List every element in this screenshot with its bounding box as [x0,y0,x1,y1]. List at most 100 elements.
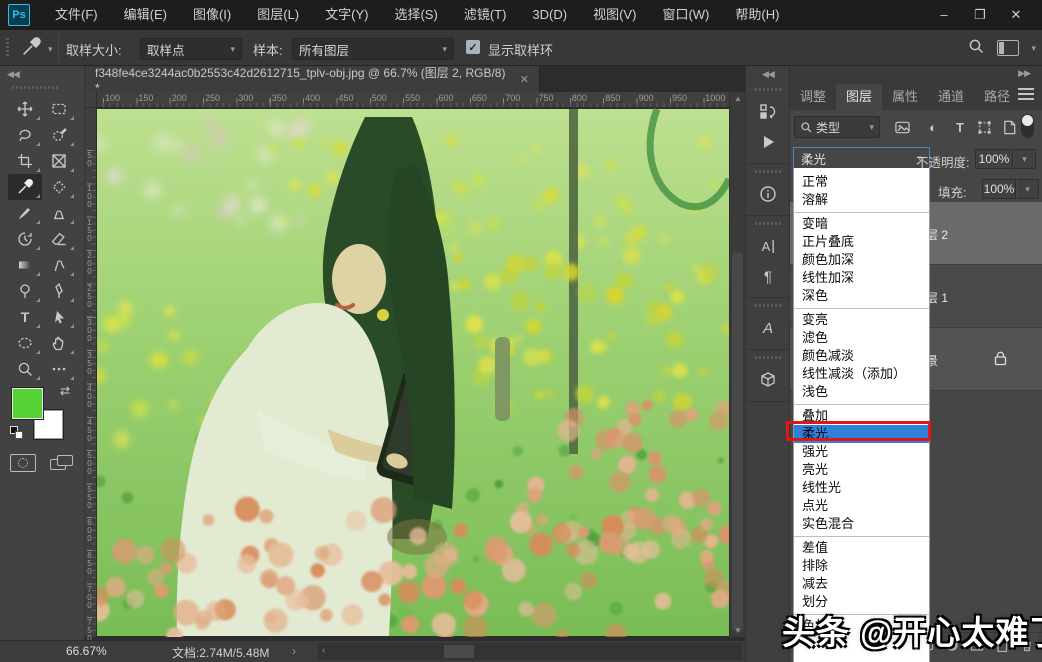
ruler-corner[interactable] [85,92,97,108]
layer-filter-type-dropdown[interactable]: 类型 ▾ [794,116,880,138]
dock-grip[interactable] [755,356,781,359]
blend-mode-select[interactable]: 柔光 ▾ [793,147,930,170]
layer-filter-toggle[interactable] [1021,114,1034,138]
sample-dropdown[interactable]: 所有图层 ▾ [292,38,454,60]
dock-grip[interactable] [755,170,781,173]
info-icon[interactable] [746,179,789,209]
search-icon[interactable] [967,37,985,60]
scroll-left-icon[interactable]: ‹ [322,645,325,656]
blend-option[interactable]: 深色 [794,287,929,305]
blend-option[interactable]: 强光 [794,443,929,461]
dock-grip[interactable] [755,304,781,307]
horizontal-scroll-thumb[interactable] [444,645,474,658]
rect-marquee-tool[interactable] [42,96,76,122]
tab-图层[interactable]: 图层 [836,84,882,110]
collapse-panels-icon[interactable]: ▶▶ [1018,68,1030,79]
pixel-layer-filter-icon[interactable] [892,117,912,137]
blend-option[interactable]: 正常 [794,173,929,191]
tool-preset-chevron-icon[interactable]: ▾ [48,44,53,55]
menu-item[interactable]: 图层(L) [244,0,312,30]
blend-option[interactable]: 线性加深 [794,269,929,287]
blend-option[interactable]: 排除 [794,557,929,575]
workspace-icon[interactable] [997,40,1019,56]
blend-option[interactable]: 亮光 [794,461,929,479]
gradient-tool[interactable] [8,252,42,278]
history-brush-tool[interactable] [8,226,42,252]
lasso-tool[interactable] [8,122,42,148]
panel-menu-icon[interactable] [1018,88,1034,102]
blend-option[interactable]: 差值 [794,539,929,557]
vertical-scrollbar[interactable]: ▲ ▼ [729,92,745,637]
menu-item[interactable]: 文件(F) [42,0,111,30]
menu-item[interactable]: 选择(S) [381,0,450,30]
swap-colors-icon[interactable]: ⇄ [60,384,70,398]
eyedropper-icon[interactable] [20,36,46,60]
adjustment-layer-filter-icon[interactable]: ◐ [923,117,943,137]
hand-tool[interactable] [42,330,76,356]
quick-selection-tool[interactable] [42,122,76,148]
fill-chevron-icon[interactable]: ▾ [1017,179,1039,199]
smart-object-filter-icon[interactable] [999,117,1019,137]
close-tab-icon[interactable]: ✕ [520,73,529,86]
scroll-down-icon[interactable]: ▼ [730,626,746,635]
crop-tool[interactable] [8,148,42,174]
clone-stamp-tool[interactable] [42,200,76,226]
blend-option[interactable]: 浅色 [794,383,929,401]
document-tab[interactable]: f348fe4ce3244ac0b2553c42d2612715_tplv-ob… [85,66,540,92]
status-menu-arrow-icon[interactable]: › [292,644,296,658]
blend-option[interactable]: 线性光 [794,479,929,497]
close-button[interactable]: ✕ [998,0,1034,29]
vertical-scroll-thumb[interactable] [732,252,743,632]
pen-tool[interactable] [42,278,76,304]
minimize-button[interactable]: – [926,0,962,29]
blend-option[interactable]: 变暗 [794,215,929,233]
screen-mode-button[interactable] [50,454,76,472]
opacity-value[interactable]: 100% [975,149,1013,169]
more-tools[interactable] [42,356,76,382]
tab-通道[interactable]: 通道 [928,84,974,110]
opacity-chevron-icon[interactable]: ▾ [1014,149,1036,169]
smudge-tool[interactable] [42,252,76,278]
scroll-up-icon[interactable]: ▲ [730,94,746,103]
blend-option[interactable]: 滤色 [794,329,929,347]
collapse-toolbar-icon[interactable]: ◀◀ [7,69,19,80]
foreground-color-swatch[interactable] [12,388,43,419]
menu-item[interactable]: 视图(V) [580,0,649,30]
horizontal-ruler[interactable]: 1001502002503003504004505005506006507007… [97,92,729,108]
brush-tool[interactable] [8,200,42,226]
chevron-down-icon[interactable]: ▾ [1031,43,1036,54]
history-icon[interactable] [746,97,789,127]
menu-item[interactable]: 窗口(W) [649,0,722,30]
fill-value[interactable]: 100% [982,179,1016,199]
canvas-image[interactable] [97,108,729,637]
tab-路径[interactable]: 路径 [974,84,1020,110]
menu-item[interactable]: 编辑(E) [111,0,180,30]
zoom-tool[interactable] [8,356,42,382]
blend-option[interactable]: 溶解 [794,191,929,209]
sample-size-dropdown[interactable]: 取样点 ▾ [140,38,242,60]
blend-option[interactable]: 点光 [794,497,929,515]
menu-item[interactable]: 文字(Y) [312,0,381,30]
horizontal-scrollbar[interactable]: ‹ [318,643,742,660]
tab-调整[interactable]: 调整 [790,84,836,110]
maximize-button[interactable]: ❐ [962,0,998,29]
menu-item[interactable]: 3D(D) [519,0,580,30]
character-icon[interactable]: A [746,231,789,261]
menu-item[interactable]: 滤镜(T) [451,0,520,30]
dodge-tool[interactable] [8,278,42,304]
blend-option[interactable]: 颜色减淡 [794,347,929,365]
vertical-ruler[interactable]: 5010015020025030035040045050055060065070… [85,108,97,637]
type-layer-filter-icon[interactable]: T [950,117,970,137]
default-colors-icon[interactable] [10,426,23,439]
3d-icon[interactable] [746,365,789,395]
blend-option[interactable]: 减去 [794,575,929,593]
shape-layer-filter-icon[interactable] [974,117,994,137]
zoom-level-field[interactable]: 66.67% [66,644,107,658]
expand-dock-icon[interactable]: ◀◀ [762,69,774,80]
eraser-tool[interactable] [42,226,76,252]
show-ring-checkbox[interactable]: ✓ [466,40,480,54]
blend-option[interactable]: 正片叠底 [794,233,929,251]
blend-option[interactable]: 线性减淡（添加） [794,365,929,383]
actions-icon[interactable] [746,127,789,157]
dock-grip[interactable] [755,88,781,91]
